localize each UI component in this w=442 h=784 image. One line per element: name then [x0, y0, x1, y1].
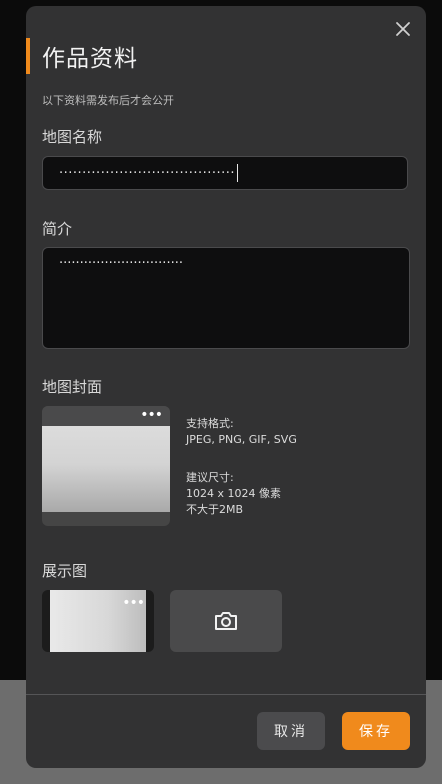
size-label: 建议尺寸:: [186, 471, 234, 484]
intro-label: 简介: [42, 220, 73, 238]
cover-requirements: 支持格式: JPEG, PNG, GIF, SVG 建议尺寸: 1024 x 1…: [186, 416, 297, 518]
more-horizontal-icon[interactable]: •••: [122, 596, 145, 610]
showcase-thumbnail[interactable]: •••: [42, 590, 154, 652]
more-horizontal-icon[interactable]: •••: [140, 408, 163, 422]
size-value: 1024 x 1024 像素: [186, 487, 281, 500]
dialog-subtitle: 以下资料需发布后才会公开: [42, 94, 174, 107]
dialog-title: 作品资料: [42, 46, 138, 72]
showcase-label: 展示图: [42, 562, 88, 580]
formats-label: 支持格式:: [186, 417, 234, 430]
formats-value: JPEG, PNG, GIF, SVG: [186, 433, 297, 446]
intro-textarea[interactable]: ······························: [42, 247, 410, 349]
map-name-value: ······································: [59, 165, 236, 181]
text-caret: [237, 164, 239, 182]
cover-label: 地图封面: [42, 378, 103, 396]
map-name-label: 地图名称: [42, 128, 103, 146]
cancel-button[interactable]: 取消: [257, 712, 325, 750]
cover-image: [42, 426, 170, 512]
camera-icon: [215, 612, 237, 630]
intro-value: ······························: [59, 256, 183, 271]
close-button[interactable]: [392, 18, 414, 40]
work-info-dialog: 作品资料 以下资料需发布后才会公开 地图名称 ·················…: [26, 6, 426, 768]
dialog-header: 作品资料: [26, 38, 138, 74]
title-accent-bar: [26, 38, 30, 74]
map-name-input[interactable]: ······································: [42, 156, 408, 190]
footer-divider: [26, 694, 426, 695]
cover-thumbnail[interactable]: •••: [42, 406, 170, 526]
save-button[interactable]: 保存: [342, 712, 410, 750]
add-showcase-button[interactable]: [170, 590, 282, 652]
close-icon: [396, 22, 410, 36]
max-size-value: 不大于2MB: [186, 503, 244, 516]
